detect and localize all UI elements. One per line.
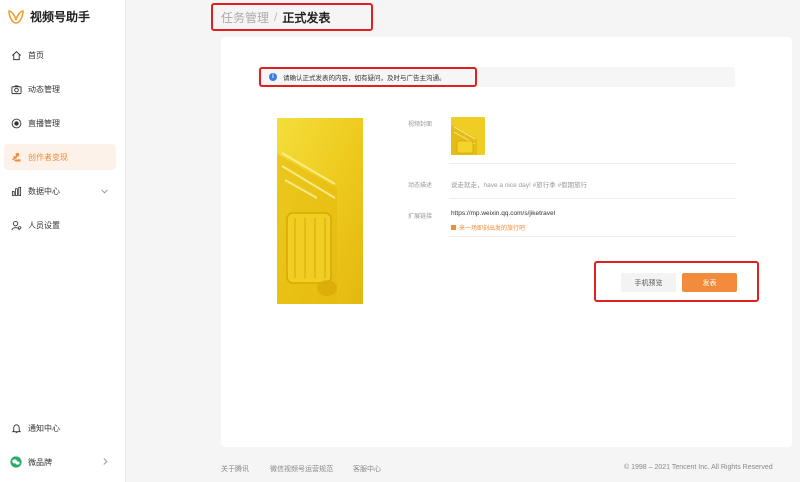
sidebar-item-home[interactable]: 首页	[4, 42, 116, 68]
footer-link-rules[interactable]: 微信视频号运营规范	[270, 464, 333, 474]
sidebar-item-data-center[interactable]: 数据中心	[4, 178, 116, 204]
sidebar-item-label: 动态管理	[28, 84, 60, 94]
camera-icon	[10, 83, 22, 95]
sidebar-item-notifications[interactable]: 通知中心	[4, 415, 116, 441]
sidebar-item-label: 微品牌	[28, 457, 52, 467]
publish-button[interactable]: 发表	[682, 273, 737, 292]
chevron-down-icon	[101, 187, 108, 196]
divider	[449, 198, 736, 199]
footer-link-support[interactable]: 客服中心	[353, 464, 381, 474]
butterfly-logo-icon	[8, 9, 24, 24]
video-cover-thumbnail[interactable]	[451, 117, 485, 155]
sidebar-item-label: 通知中心	[28, 423, 60, 433]
description-value: 说走就走，have a nice day! #旅行季 #假期旅行	[451, 182, 588, 189]
sidebar-bottom-nav: 通知中心 微品牌	[4, 415, 116, 482]
action-buttons: 手机预览 发表	[594, 261, 759, 302]
divider	[449, 163, 736, 164]
breadcrumb-separator: /	[274, 10, 278, 24]
sidebar-item-label: 数据中心	[28, 186, 60, 196]
app-title: 视频号助手	[30, 10, 91, 24]
sidebar-item-label: 直播管理	[28, 118, 60, 128]
sidebar-item-posts[interactable]: 动态管理	[4, 76, 116, 102]
link-url[interactable]: https://mp.weixin.qq.com/s/jiketravel	[451, 210, 555, 217]
footer-link-about[interactable]: 关于腾讯	[221, 464, 249, 474]
link-label: 扩展链接	[408, 214, 433, 220]
sidebar-item-brand[interactable]: 微品牌	[4, 449, 116, 475]
chart-icon	[10, 185, 22, 197]
footer-copyright: © 1998 – 2021 Tencent Inc. All Rights Re…	[624, 464, 773, 471]
publish-card: i 请确认正式发表的内容，如有疑问，及时与广告主沟通。 视频封面 动态描述 说走…	[221, 37, 792, 447]
cover-label: 视频封面	[408, 122, 433, 128]
video-cover-preview	[277, 118, 363, 304]
sidebar-item-label: 创作者变现	[28, 152, 68, 162]
notice-message: i 请确认正式发表的内容，如有疑问，及时与广告主沟通。	[259, 67, 477, 87]
notice-text: 请确认正式发表的内容，如有疑问，及时与广告主沟通。	[283, 75, 446, 82]
home-icon	[10, 49, 22, 61]
user-settings-icon	[10, 219, 22, 231]
chevron-right-icon	[103, 457, 108, 467]
info-icon: i	[269, 73, 277, 81]
mobile-preview-button[interactable]: 手机预览	[621, 273, 676, 292]
article-icon	[451, 225, 456, 230]
sidebar-item-label: 人员设置	[28, 220, 60, 230]
live-icon	[10, 117, 22, 129]
sidebar-item-user-settings[interactable]: 人员设置	[4, 212, 116, 238]
sidebar-item-live[interactable]: 直播管理	[4, 110, 116, 136]
bell-icon	[10, 422, 22, 434]
sidebar-nav: 首页 动态管理 直播管理 创作者变现 数据中心 人员设置	[4, 42, 116, 246]
brand-icon	[10, 456, 22, 468]
link-title-text: 来一场即刻出发的旅行吧	[459, 226, 526, 232]
breadcrumb-parent[interactable]: 任务管理	[221, 9, 269, 26]
monetize-icon	[10, 151, 22, 163]
sidebar: 视频号助手 首页 动态管理 直播管理 创作者变现 数据中心 人员设置 通知中心 …	[0, 0, 126, 482]
sidebar-item-monetize[interactable]: 创作者变现	[4, 144, 116, 170]
description-label: 动态描述	[408, 183, 433, 189]
divider	[449, 236, 736, 237]
sidebar-item-label: 首页	[28, 50, 44, 60]
link-title[interactable]: 来一场即刻出发的旅行吧	[451, 223, 525, 232]
app-logo[interactable]: 视频号助手	[8, 8, 90, 25]
breadcrumb: 任务管理 / 正式发表	[211, 3, 373, 31]
page-title: 正式发表	[282, 10, 331, 25]
